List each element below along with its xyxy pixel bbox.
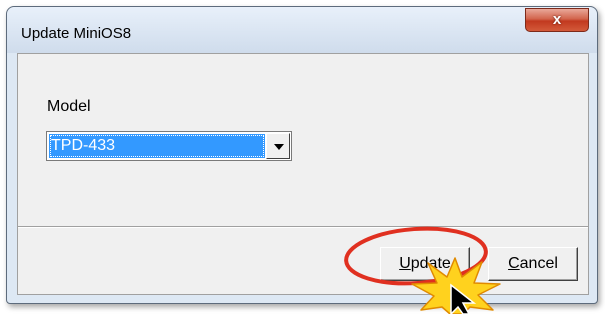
cancel-button[interactable]: Cancel (488, 247, 578, 281)
dialog-client-area: Model TPD-433 Update Cancel (17, 53, 589, 295)
model-label: Model (47, 98, 91, 115)
update-button[interactable]: Update (380, 247, 470, 281)
model-panel: Model TPD-433 (18, 54, 588, 226)
model-dropdown-value[interactable]: TPD-433 (49, 134, 265, 158)
model-dropdown[interactable]: TPD-433 (46, 131, 292, 161)
chevron-down-icon (274, 144, 284, 150)
cancel-button-label: ancel (519, 255, 558, 272)
cancel-access-key: C (508, 255, 520, 272)
update-minios8-dialog: Update MiniOS8 x Model TPD-433 Update Ca… (6, 6, 598, 304)
update-button-label: pdate (410, 255, 451, 272)
close-icon: x (552, 11, 562, 28)
close-button[interactable]: x (525, 8, 589, 32)
model-dropdown-toggle[interactable] (266, 133, 290, 159)
title-bar[interactable]: Update MiniOS8 x (7, 7, 597, 53)
divider (18, 226, 588, 228)
dialog-title: Update MiniOS8 (21, 25, 132, 42)
update-access-key: U (399, 255, 411, 272)
